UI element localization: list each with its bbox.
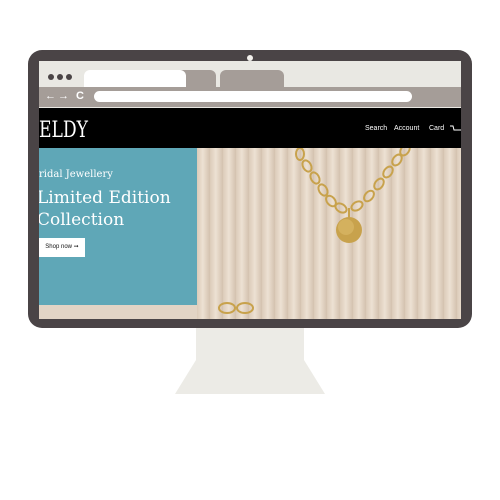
site-logo[interactable]: ELDY bbox=[39, 118, 88, 143]
jewellery-photo bbox=[197, 148, 461, 319]
browser-window: ← → C ELDY Search Account Card ridal Jew… bbox=[39, 61, 461, 319]
window-controls bbox=[48, 74, 72, 80]
site-header: ELDY Search Account Card bbox=[39, 108, 461, 148]
nav-search-link[interactable]: Search bbox=[365, 125, 387, 132]
reload-icon[interactable]: C bbox=[76, 90, 84, 102]
nav-card-link[interactable]: Card bbox=[429, 125, 444, 132]
tab-active[interactable] bbox=[84, 70, 186, 87]
cart-icon[interactable] bbox=[449, 124, 461, 132]
minimize-dot[interactable] bbox=[57, 74, 63, 80]
maximize-dot[interactable] bbox=[66, 74, 72, 80]
tab-3[interactable] bbox=[220, 70, 284, 87]
hero-image bbox=[197, 148, 461, 319]
nav-buttons: ← → C bbox=[45, 90, 84, 102]
website-viewport: ELDY Search Account Card ridal Jewellery… bbox=[39, 108, 461, 319]
tab-bar bbox=[39, 61, 461, 87]
back-arrow-icon[interactable]: ← bbox=[45, 90, 56, 102]
forward-arrow-icon[interactable]: → bbox=[58, 90, 69, 102]
hero-headline-line-2: Collection bbox=[39, 210, 125, 230]
url-field[interactable] bbox=[94, 91, 412, 102]
hero-subtitle: ridal Jewellery bbox=[39, 169, 113, 180]
close-dot[interactable] bbox=[48, 74, 54, 80]
shop-now-button[interactable]: Shop now ➞ bbox=[39, 238, 85, 257]
hero-headline-line-1: Limited Edition bbox=[39, 188, 171, 208]
nav-account-link[interactable]: Account bbox=[394, 125, 419, 132]
monitor-stand-base bbox=[175, 360, 325, 394]
hero-lower-strip bbox=[39, 305, 197, 319]
